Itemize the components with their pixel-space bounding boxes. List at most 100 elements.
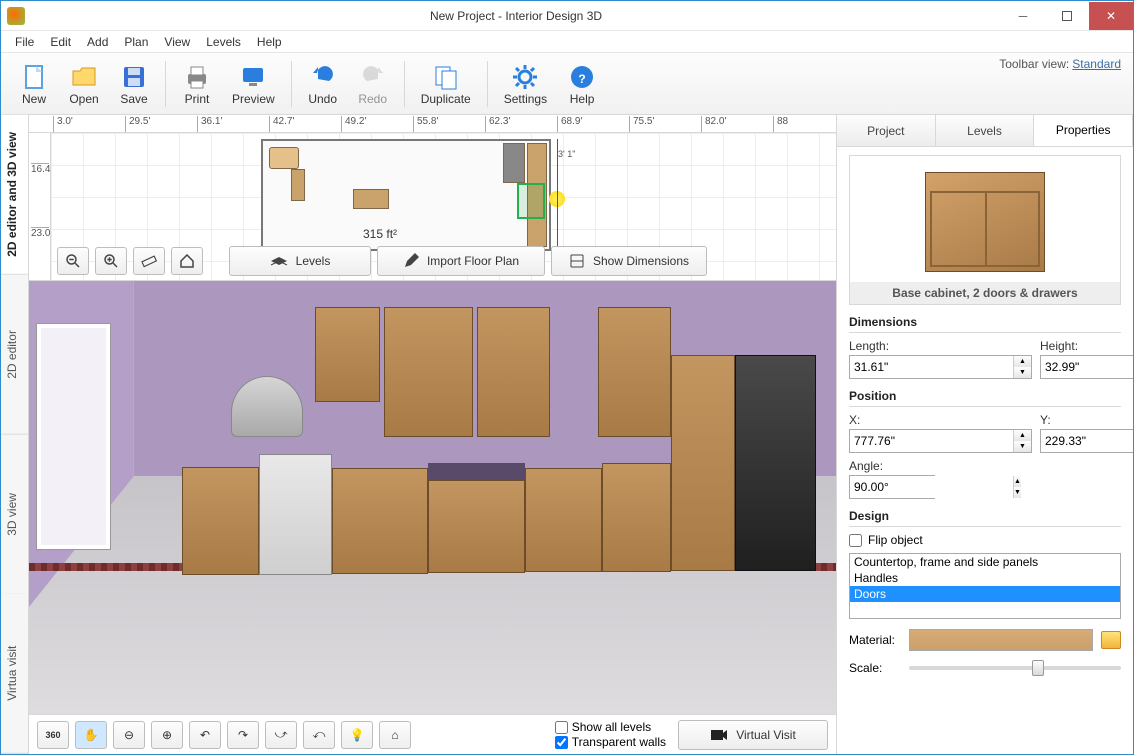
plan-selection-box[interactable] [517, 183, 545, 219]
tab-properties[interactable]: Properties [1034, 115, 1133, 146]
zoom-in-button[interactable] [95, 247, 127, 275]
pan-button[interactable]: ✋ [75, 721, 107, 749]
list-item[interactable]: Doors [850, 586, 1120, 602]
window-object [37, 324, 110, 549]
title-bar: New Project - Interior Design 3D ─ ✕ [1, 1, 1133, 31]
tab-project[interactable]: Project [837, 115, 936, 146]
help-button[interactable]: ?Help [557, 60, 607, 108]
design-parts-list[interactable]: Countertop, frame and side panelsHandles… [849, 553, 1121, 619]
tab-levels[interactable]: Levels [936, 115, 1035, 146]
maximize-button[interactable] [1045, 2, 1089, 30]
svg-text:?: ? [578, 72, 585, 86]
menu-edit[interactable]: Edit [42, 33, 79, 51]
save-button[interactable]: Save [109, 60, 159, 108]
zoom-in-3d-button[interactable]: ⊕ [151, 721, 183, 749]
fridge [735, 355, 816, 572]
side-tab-1[interactable]: 2D editor [1, 275, 28, 435]
folder-icon [69, 62, 99, 92]
rotate-left-button[interactable]: ↶ [189, 721, 221, 749]
material-row: Material: [849, 629, 1121, 651]
list-item[interactable]: Countertop, frame and side panels [850, 554, 1120, 570]
list-item[interactable]: Handles [850, 570, 1120, 586]
base-cabinet [182, 467, 259, 575]
home-button[interactable] [171, 247, 203, 275]
duplicate-button[interactable]: Duplicate [411, 60, 481, 108]
menu-help[interactable]: Help [249, 33, 290, 51]
levels-icon [270, 254, 288, 268]
object-thumbnail: Base cabinet, 2 doors & drawers [849, 155, 1121, 305]
monitor-icon [238, 62, 268, 92]
material-swatch[interactable] [909, 629, 1093, 651]
open-button[interactable]: Open [59, 60, 109, 108]
rotate-right-button[interactable]: ↷ [227, 721, 259, 749]
pencil-icon [403, 253, 419, 269]
flip-object-checkbox[interactable]: Flip object [849, 533, 1121, 547]
undo-button[interactable]: Undo [298, 60, 348, 108]
new-button[interactable]: New [9, 60, 59, 108]
center-pane: 3.0'29.5'36.1'42.7'49.2'55.8'62.3'68.9'7… [29, 115, 837, 754]
menu-levels[interactable]: Levels [198, 33, 249, 51]
printer-icon [182, 62, 212, 92]
preview-button[interactable]: Preview [222, 60, 285, 108]
window-title: New Project - Interior Design 3D [31, 9, 1001, 23]
close-button[interactable]: ✕ [1089, 2, 1133, 30]
transparent-walls-checkbox[interactable]: Transparent walls [555, 735, 666, 749]
tilt-down-button[interactable]: ⤺ [303, 721, 335, 749]
position-header: Position [849, 389, 1121, 407]
help-icon: ? [567, 62, 597, 92]
redo-button[interactable]: Redo [348, 60, 398, 108]
plan-2d-area[interactable]: 16.4'23.0' 315 ft² 3' 1" [29, 133, 836, 281]
show-dimensions-button[interactable]: Show Dimensions [551, 246, 707, 276]
show-all-levels-checkbox[interactable]: Show all levels [555, 720, 666, 734]
zoom-out-button[interactable] [57, 247, 89, 275]
y-input[interactable]: ▲▼ [1040, 429, 1133, 453]
horizontal-ruler: 3.0'29.5'36.1'42.7'49.2'55.8'62.3'68.9'7… [29, 115, 836, 133]
minimize-button[interactable]: ─ [1001, 2, 1045, 30]
levels-button[interactable]: Levels [229, 246, 371, 276]
design-header: Design [849, 509, 1121, 527]
scale-slider[interactable] [909, 666, 1121, 670]
menu-view[interactable]: View [156, 33, 198, 51]
angle-input[interactable]: ▲▼ [849, 475, 935, 499]
plan-canvas[interactable]: 315 ft² 3' 1" Levels [51, 133, 836, 280]
side-tab-3[interactable]: Virtua visit [1, 594, 28, 754]
view-360-button[interactable]: 360 [37, 721, 69, 749]
light-button[interactable]: 💡 [341, 721, 373, 749]
redo-icon [358, 62, 388, 92]
toolbar-view-label: Toolbar view: Standard [999, 57, 1121, 71]
view-3d[interactable] [29, 281, 836, 714]
plan-room[interactable]: 315 ft² [261, 139, 551, 251]
material-browse-icon[interactable] [1101, 631, 1121, 649]
dimensions-icon [569, 253, 585, 269]
menu-plan[interactable]: Plan [116, 33, 156, 51]
side-tab-0[interactable]: 2D editor and 3D view [1, 115, 28, 275]
gear-icon [510, 62, 540, 92]
tilt-up-button[interactable]: ⤻ [265, 721, 297, 749]
virtual-visit-button[interactable]: Virtual Visit [678, 720, 828, 750]
length-input[interactable]: ▲▼ [849, 355, 1032, 379]
menu-bar: FileEditAddPlanViewLevelsHelp [1, 31, 1133, 53]
duplicate-icon [431, 62, 461, 92]
settings-button[interactable]: Settings [494, 60, 557, 108]
side-tab-2[interactable]: 3D view [1, 435, 28, 595]
dimensions-header: Dimensions [849, 315, 1121, 333]
work-area: 2D editor and 3D view2D editor3D viewVir… [1, 115, 1133, 754]
zoom-out-3d-button[interactable]: ⊖ [113, 721, 145, 749]
camera-icon [710, 729, 728, 741]
menu-add[interactable]: Add [79, 33, 116, 51]
x-input[interactable]: ▲▼ [849, 429, 1032, 453]
height-input[interactable]: ▲▼ [1040, 355, 1133, 379]
undo-icon [308, 62, 338, 92]
right-panel: ProjectLevelsProperties Base cabinet, 2 … [837, 115, 1133, 754]
measure-button[interactable] [133, 247, 165, 275]
print-button[interactable]: Print [172, 60, 222, 108]
home-3d-button[interactable]: ⌂ [379, 721, 411, 749]
toolbar-view-link[interactable]: Standard [1072, 57, 1121, 71]
view-3d-toolbar: 360 ✋ ⊖ ⊕ ↶ ↷ ⤻ ⤺ 💡 ⌂ Show all levels Tr… [29, 714, 836, 754]
import-floor-plan-button[interactable]: Import Floor Plan [377, 246, 545, 276]
object-name-label: Base cabinet, 2 doors & drawers [850, 282, 1120, 304]
right-panel-tabs: ProjectLevelsProperties [837, 115, 1133, 147]
menu-file[interactable]: File [7, 33, 42, 51]
wall-cabinet [315, 307, 380, 402]
page-icon [19, 62, 49, 92]
